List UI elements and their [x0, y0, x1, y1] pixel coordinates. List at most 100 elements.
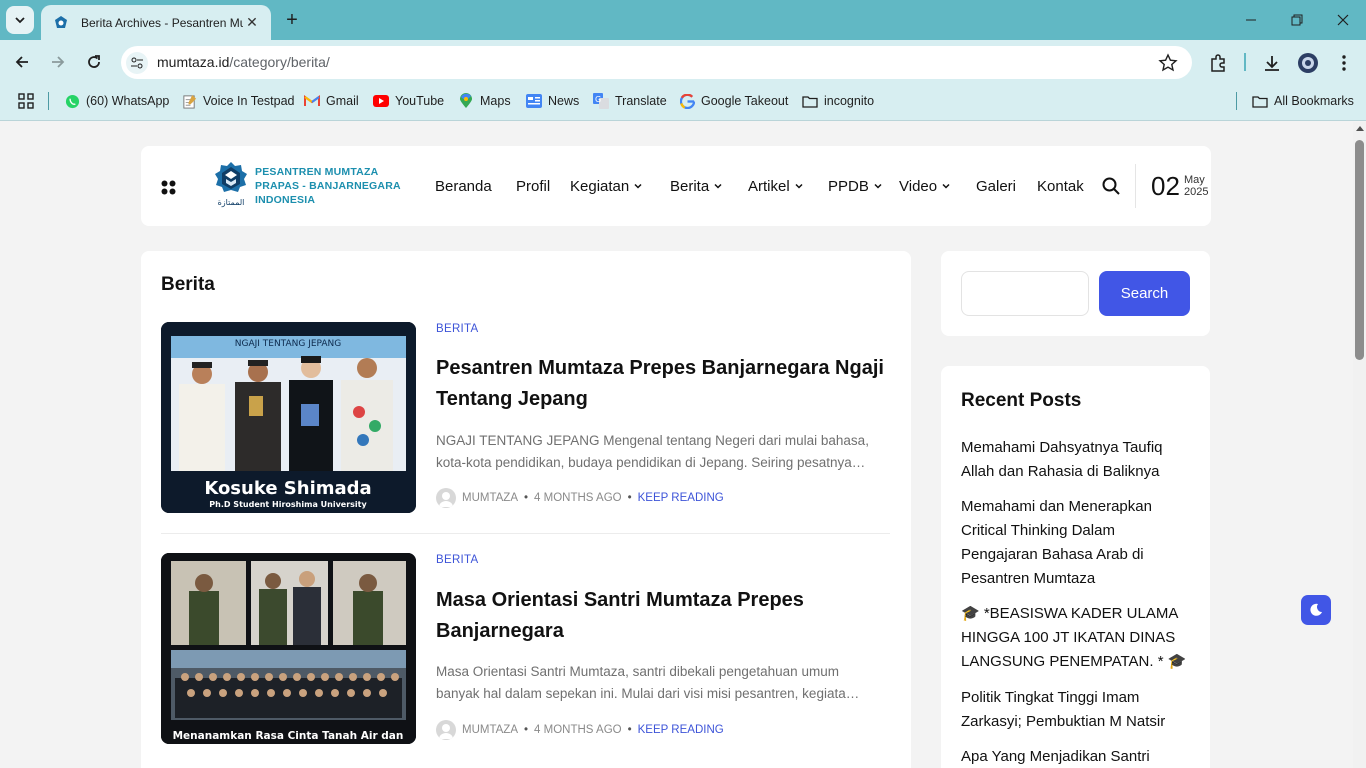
recent-posts-title: Recent Posts: [961, 390, 1082, 411]
minimize-icon: [1246, 19, 1256, 21]
nav-profil[interactable]: Profil: [516, 176, 550, 196]
logo-caption: الممتازة: [218, 198, 245, 207]
browser-menu-icon[interactable]: [1332, 51, 1356, 75]
post-thumbnail[interactable]: NGAJI TENTANG JEPANG Kosuke Shimada Ph.D…: [161, 322, 416, 513]
search-icon[interactable]: [1102, 177, 1120, 195]
author-avatar[interactable]: [436, 720, 456, 740]
recent-post-line: Memahami dan Menerapkan: [961, 498, 1152, 515]
close-tab-icon[interactable]: ✕: [243, 14, 261, 32]
bookmark-youtube[interactable]: YouTube: [373, 91, 444, 111]
bookmark-translate[interactable]: G Translate: [593, 91, 667, 111]
chevron-down-icon: [714, 183, 722, 189]
url-domain: mumtaza.id: [157, 54, 230, 70]
bookmark-whatsapp[interactable]: (60) WhatsApp: [64, 91, 169, 111]
recent-post-line: Allah dan Rahasia di Baliknya: [961, 463, 1160, 480]
recent-post-link[interactable]: Politik Tingkat Tinggi Imam Zarkasyi; Pe…: [961, 686, 1191, 734]
maps-icon: [458, 93, 474, 109]
chevron-down-icon: [795, 183, 803, 189]
tab-search-button[interactable]: [6, 6, 34, 34]
forward-button[interactable]: [44, 48, 72, 76]
meta-separator: •: [627, 724, 632, 736]
post-excerpt-line: NGAJI TENTANG JEPANG Mengenal tentang Ne…: [436, 433, 869, 448]
bookmark-label: Maps: [480, 94, 511, 108]
post-excerpt-line: Masa Orientasi Santri Mumtaza, santri di…: [436, 664, 839, 679]
nav-beranda[interactable]: Beranda: [435, 176, 492, 196]
date-day: 02: [1151, 171, 1180, 201]
keep-reading-link[interactable]: KEEP READING: [638, 724, 724, 736]
bookmark-google-takeout[interactable]: Google Takeout: [679, 91, 788, 111]
bookmark-gmail[interactable]: Gmail: [304, 91, 359, 111]
tab-title: Berita Archives - Pesantren Mumtaza: [81, 15, 243, 30]
profile-avatar[interactable]: [1296, 51, 1320, 75]
author-avatar[interactable]: [436, 488, 456, 508]
bookmark-separator: [1236, 92, 1237, 110]
gmail-icon: [304, 93, 320, 109]
bookmark-separator: [48, 92, 49, 110]
bookmark-folder-incognito[interactable]: incognito: [802, 91, 874, 111]
browser-tab-active[interactable]: Berita Archives - Pesantren Mumtaza ✕: [41, 5, 271, 40]
post-category-link[interactable]: BERITA: [436, 323, 478, 335]
post-title-link[interactable]: Masa Orientasi Santri Mumtaza Prepes Ban…: [436, 585, 896, 647]
post-author-link[interactable]: MUMTAZA: [462, 492, 518, 504]
bookmark-label: Gmail: [326, 94, 359, 108]
url-text[interactable]: mumtaza.id/category/berita/: [157, 54, 330, 70]
post-excerpt-line: banyak hal dalam sepekan ini. Mulai dari…: [436, 686, 860, 701]
search-input[interactable]: [961, 271, 1089, 316]
post-title-line: Tentang Jepang: [436, 388, 588, 410]
nav-artikel[interactable]: Artikel: [748, 176, 803, 196]
bookmark-star-icon[interactable]: [1158, 53, 1178, 73]
logo-line: INDONESIA: [255, 194, 316, 206]
header-divider: [1135, 164, 1136, 208]
post-title-link[interactable]: Pesantren Mumtaza Prepes Banjarnegara Ng…: [436, 353, 896, 415]
reload-icon: [88, 55, 100, 68]
logo-line: PRAPAS - BANJARNEGARA: [255, 180, 401, 192]
new-tab-button[interactable]: +: [281, 9, 303, 31]
bookmark-maps[interactable]: Maps: [458, 91, 511, 111]
thumb-caption: Menanamkan Rasa Cinta Tanah Air dan: [173, 730, 404, 742]
bookmark-label: incognito: [824, 94, 875, 108]
post-excerpt: NGAJI TENTANG JEPANG Mengenal tentang Ne…: [436, 430, 891, 474]
recent-post-link[interactable]: Memahami Dahsyatnya Taufiq Allah dan Rah…: [961, 436, 1191, 484]
minimize-button[interactable]: [1228, 0, 1274, 40]
search-button[interactable]: Search: [1099, 271, 1190, 316]
thumb-subcaption: Ph.D Student Hiroshima University: [209, 500, 367, 509]
chevron-down-icon: [634, 183, 642, 189]
recent-post-link[interactable]: Apa Yang Menjadikan Santri: [961, 745, 1191, 768]
recent-post-link[interactable]: 🎓 *BEASISWA KADER ULAMA HINGGA 100 JT IK…: [961, 602, 1191, 674]
site-logo-text[interactable]: PESANTREN MUMTAZA PRAPAS - BANJARNEGARA …: [255, 165, 401, 207]
scrollbar-thumb[interactable]: [1355, 140, 1364, 360]
post-category-link[interactable]: BERITA: [436, 554, 478, 566]
scroll-up-arrow-icon[interactable]: [1356, 126, 1364, 131]
dark-mode-toggle[interactable]: [1301, 595, 1331, 625]
back-button[interactable]: [8, 48, 36, 76]
post-title-line: Banjarnegara: [436, 620, 564, 642]
apps-grid-icon[interactable]: [18, 91, 34, 111]
post-thumbnail[interactable]: Menanamkan Rasa Cinta Tanah Air dan: [161, 553, 416, 744]
nav-label: Video: [899, 177, 938, 195]
recent-post-line: Critical Thinking Dalam: [961, 522, 1115, 539]
bookmark-news[interactable]: News: [526, 91, 579, 111]
nav-video[interactable]: Video: [899, 176, 950, 196]
sidebar-search-widget: Search: [941, 251, 1210, 336]
restore-button[interactable]: [1274, 0, 1320, 40]
site-info-icon[interactable]: [126, 52, 148, 74]
keep-reading-link[interactable]: KEEP READING: [638, 492, 724, 504]
post-excerpt: Masa Orientasi Santri Mumtaza, santri di…: [436, 661, 891, 705]
download-icon[interactable]: [1260, 51, 1284, 75]
nav-kontak[interactable]: Kontak: [1037, 176, 1084, 196]
toolbar-separator: [1244, 53, 1246, 71]
recent-post-link[interactable]: Memahami dan Menerapkan Critical Thinkin…: [961, 495, 1191, 591]
close-window-button[interactable]: [1320, 0, 1366, 40]
nav-ppdb[interactable]: PPDB: [828, 176, 882, 196]
reload-button[interactable]: [80, 48, 108, 76]
extensions-icon[interactable]: [1206, 51, 1230, 75]
nav-galeri[interactable]: Galeri: [976, 176, 1016, 196]
post-author-link[interactable]: MUMTAZA: [462, 724, 518, 736]
nav-berita[interactable]: Berita: [670, 176, 722, 196]
site-favicon-icon: [55, 15, 67, 28]
bookmark-voice-in-testpad[interactable]: Voice In Testpad: [181, 91, 295, 111]
offcanvas-menu-icon[interactable]: [161, 180, 176, 195]
all-bookmarks-folder[interactable]: All Bookmarks: [1252, 91, 1354, 111]
site-logo-icon[interactable]: الممتازة: [213, 160, 249, 210]
nav-kegiatan[interactable]: Kegiatan: [570, 176, 642, 196]
